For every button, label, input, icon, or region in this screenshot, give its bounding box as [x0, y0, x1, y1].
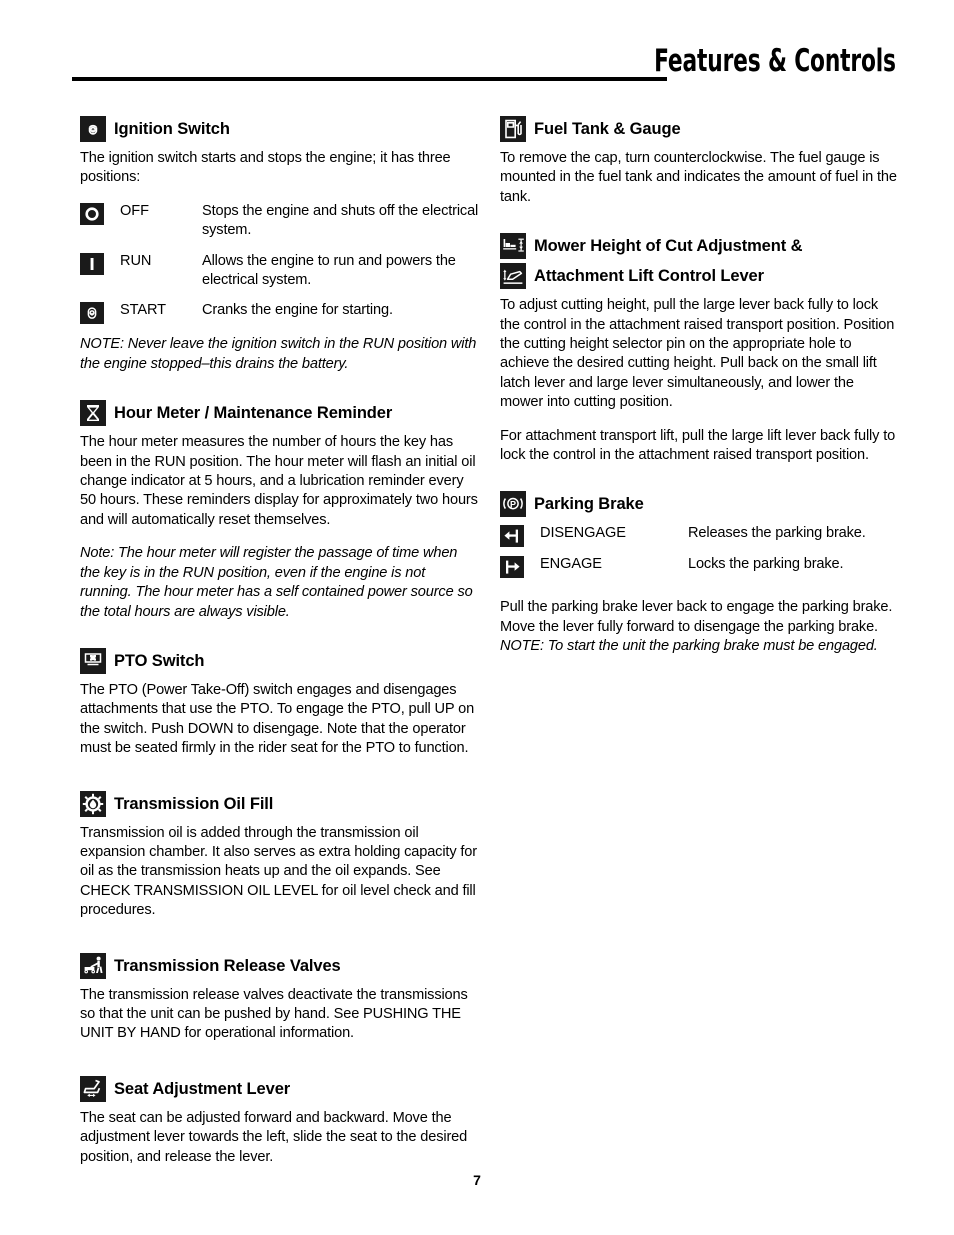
section-title: Fuel Tank & Gauge [534, 120, 681, 138]
gear-oil-drop-icon [80, 790, 106, 817]
push-mower-icon [80, 952, 106, 979]
ignition-position-start: START Cranks the engine for starting. [80, 301, 480, 325]
pto-paragraph-1: The PTO (Power Take-Off) switch engages … [80, 681, 475, 757]
parking-brake-text-plain: Pull the parking brake lever back to eng… [500, 599, 893, 635]
position-description: Cranks the engine for starting. [202, 302, 393, 319]
ignition-position-run: RUN Allows the engine to run and powers … [80, 252, 480, 291]
section-heading: Hour Meter / Maintenance Reminder [80, 400, 480, 427]
state-label: ENGAGE [540, 556, 602, 573]
section-title: Transmission Oil Fill [114, 794, 274, 813]
ignition-position-off: OFF Stops the engine and shuts off the e… [80, 202, 480, 241]
mower-height-icon [500, 233, 526, 260]
section-pto-switch: PTO Switch The PTO (Power Take-Off) swit… [80, 647, 480, 759]
position-label: RUN [120, 252, 152, 269]
bar-run-icon [80, 252, 104, 275]
svg-text:P: P [510, 500, 516, 510]
parking-brake-state-engage: ENGAGE Locks the parking brake. [500, 555, 900, 579]
section-heading: PTO Switch [80, 647, 480, 674]
section-transmission-oil-fill: Transmission Oil Fill Transmission oil i… [80, 790, 480, 921]
parking-brake-state-list: DISENGAGE Releases the parking brake. EN… [500, 524, 900, 579]
parking-brake-paragraph-1: Pull the parking brake lever back to eng… [500, 598, 900, 656]
hour-meter-paragraph-2: Note: The hour meter will register the p… [80, 545, 473, 620]
section-mower-height-attachment-lift: Mower Height of Cut Adjustment & Attachm… [500, 233, 900, 465]
section-title: Hour Meter / Maintenance Reminder [114, 404, 393, 423]
mower-height-paragraph-1: To adjust cutting height, pull the large… [500, 297, 895, 411]
section-heading: P Parking Brake [500, 491, 900, 518]
section-heading-attachment-lift: Attachment Lift Control Lever [500, 263, 900, 290]
parking-brake-state-disengage: DISENGAGE Releases the parking brake. [500, 524, 900, 548]
position-label: OFF [120, 202, 149, 219]
section-heading: Seat Adjustment Lever [80, 1075, 480, 1102]
seat-adjustment-paragraph-1: The seat can be adjusted forward and bac… [80, 1109, 468, 1165]
fuel-tank-paragraph-1: To remove the cap, turn counterclockwise… [500, 150, 897, 205]
page-title: Features & Controls [654, 43, 896, 79]
section-seat-adjustment-lever: Seat Adjustment Lever The seat can be ad… [80, 1075, 480, 1167]
section-title: Ignition Switch [114, 120, 230, 138]
transmission-oil-fill-paragraph-1: Transmission oil is added through the tr… [80, 824, 477, 919]
section-title: Parking Brake [534, 495, 644, 514]
left-column: Ignition Switch The ignition switch star… [80, 116, 480, 1167]
attachment-lift-icon [500, 263, 526, 290]
state-label: DISENGAGE [540, 525, 626, 542]
position-description: Allows the engine to run and powers the … [202, 252, 456, 289]
section-heading: Transmission Oil Fill [80, 790, 480, 817]
arrow-left-disengage-icon [500, 525, 524, 548]
section-ignition-switch: Ignition Switch The ignition switch star… [80, 116, 480, 374]
section-title: Seat Adjustment Lever [114, 1079, 291, 1098]
section-heading: Fuel Tank & Gauge [500, 116, 900, 142]
circle-off-icon [80, 202, 104, 225]
hourglass-icon [80, 400, 106, 427]
key-start-icon [80, 302, 104, 325]
ignition-note-text: NOTE: Never leave the ignition switch in… [80, 336, 477, 372]
section-hour-meter: Hour Meter / Maintenance Reminder The ho… [80, 400, 480, 622]
arrow-right-engage-icon [500, 556, 524, 579]
mower-height-paragraph-2: For attachment transport lift, pull the … [500, 427, 896, 464]
section-heading: Ignition Switch [80, 116, 480, 142]
section-fuel-tank-gauge: Fuel Tank & Gauge To remove the cap, tur… [500, 116, 900, 207]
ignition-intro-text: The ignition switch starts and stops the… [80, 150, 451, 186]
section-title: Transmission Release Valves [114, 956, 341, 975]
section-parking-brake: P Parking Brake DISENGAGE Releases the p… [500, 491, 900, 656]
ignition-key-icon [80, 116, 106, 142]
parking-brake-icon: P [500, 491, 526, 518]
seat-adjust-icon [80, 1075, 106, 1102]
pto-switch-icon [80, 647, 106, 674]
ignition-position-list: OFF Stops the engine and shuts off the e… [80, 202, 480, 325]
parking-brake-text-note: NOTE: To start the unit the parking brak… [500, 638, 878, 655]
header-rule [72, 77, 667, 81]
position-description: Stops the engine and shuts off the elect… [202, 202, 479, 239]
fuel-pump-icon [500, 116, 526, 142]
page-number: 7 [473, 1172, 481, 1188]
section-title: Mower Height of Cut Adjustment & [534, 237, 803, 256]
section-transmission-release-valves: Transmission Release Valves The transmis… [80, 952, 480, 1044]
section-title: PTO Switch [114, 651, 205, 670]
section-heading: Transmission Release Valves [80, 952, 480, 979]
state-description: Releases the parking brake. [688, 525, 866, 542]
transmission-release-valves-paragraph-1: The transmission release valves deactiva… [80, 986, 468, 1042]
state-description: Locks the parking brake. [688, 556, 844, 573]
right-column: Fuel Tank & Gauge To remove the cap, tur… [500, 116, 900, 657]
hour-meter-paragraph-1: The hour meter measures the number of ho… [80, 434, 478, 528]
section-title: Attachment Lift Control Lever [534, 267, 764, 286]
section-heading-mower-height: Mower Height of Cut Adjustment & [500, 233, 900, 260]
position-label: START [120, 302, 166, 319]
page-header: Features & Controls [72, 44, 896, 88]
